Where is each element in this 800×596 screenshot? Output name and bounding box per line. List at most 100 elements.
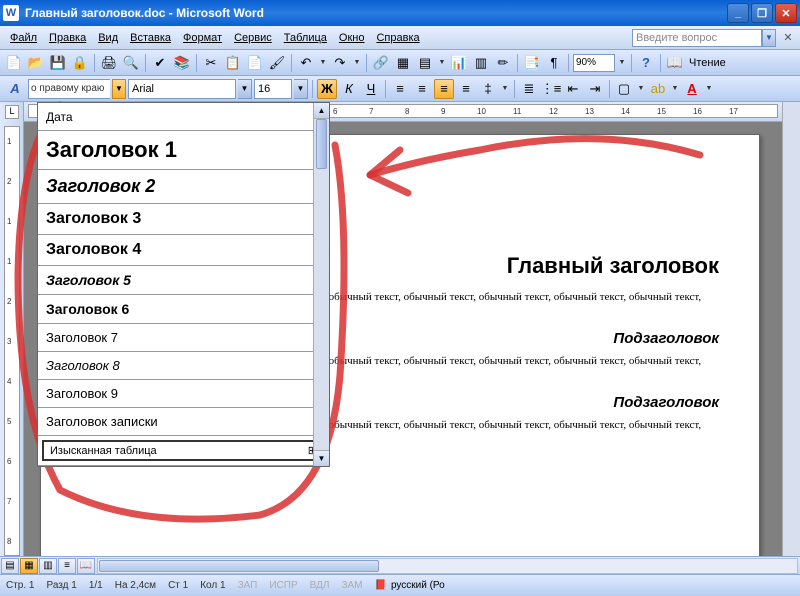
- font-color-dropdown[interactable]: ▼: [704, 85, 714, 92]
- insert-table-dropdown[interactable]: ▼: [437, 59, 447, 66]
- align-justify-button[interactable]: ≡: [456, 79, 476, 99]
- dropdown-scrollbar[interactable]: ▲ ▼: [313, 103, 329, 466]
- help-search-dropdown[interactable]: ▼: [762, 29, 776, 47]
- columns-button[interactable]: ▥: [471, 53, 491, 73]
- doc-map-button[interactable]: 📑: [522, 53, 542, 73]
- maximize-button[interactable]: ❐: [751, 3, 773, 23]
- redo-button[interactable]: ↷: [330, 53, 350, 73]
- open-button[interactable]: 📂: [26, 53, 46, 73]
- status-ext[interactable]: ВДЛ: [310, 580, 330, 591]
- web-layout-view-button[interactable]: ▥: [39, 558, 57, 574]
- menu-tools[interactable]: Сервис: [228, 30, 278, 46]
- font-selector[interactable]: Arial: [128, 79, 236, 99]
- redo-dropdown[interactable]: ▼: [352, 59, 362, 66]
- status-ovr[interactable]: ЗАМ: [341, 580, 362, 591]
- increase-indent-button[interactable]: ⇥: [585, 79, 605, 99]
- menu-format[interactable]: Формат: [177, 30, 228, 46]
- borders-dropdown[interactable]: ▼: [636, 85, 646, 92]
- menu-insert[interactable]: Вставка: [124, 30, 177, 46]
- align-right-button[interactable]: ≡: [434, 79, 454, 99]
- style-option-heading7[interactable]: Заголовок 7¶: [38, 324, 329, 352]
- style-option-heading4[interactable]: Заголовок 4¶: [38, 235, 329, 266]
- menu-window[interactable]: Окно: [333, 30, 371, 46]
- font-size-selector[interactable]: 16: [254, 79, 292, 99]
- normal-view-button[interactable]: ▤: [1, 558, 19, 574]
- decrease-indent-button[interactable]: ⇤: [563, 79, 583, 99]
- italic-button[interactable]: К: [339, 79, 359, 99]
- status-language[interactable]: 📕 русский (Ро: [374, 580, 444, 591]
- tables-borders-button[interactable]: ▦: [393, 53, 413, 73]
- drawing-button[interactable]: ✏: [493, 53, 513, 73]
- format-painter-button[interactable]: 🖌: [267, 53, 287, 73]
- highlight-button[interactable]: ab: [648, 79, 668, 99]
- style-option-table[interactable]: Изысканная таблица⊞: [38, 436, 329, 466]
- reading-label[interactable]: Чтение: [689, 57, 726, 69]
- print-preview-button[interactable]: 🔍: [121, 53, 141, 73]
- print-button[interactable]: 🖨: [99, 53, 119, 73]
- bullets-button[interactable]: ⋮≡: [541, 79, 561, 99]
- font-dropdown-button[interactable]: ▼: [238, 79, 252, 99]
- reading-view-button[interactable]: 📖: [77, 558, 95, 574]
- tab-selector[interactable]: L: [5, 105, 19, 119]
- style-option-date[interactable]: Дата¶: [38, 103, 329, 131]
- style-selector[interactable]: о правому краю: [28, 79, 110, 99]
- vertical-scrollbar[interactable]: [782, 102, 800, 556]
- spellcheck-button[interactable]: ✔: [150, 53, 170, 73]
- numbering-button[interactable]: ≣: [519, 79, 539, 99]
- line-spacing-dropdown[interactable]: ▼: [500, 85, 510, 92]
- scroll-thumb[interactable]: [316, 119, 327, 169]
- copy-button[interactable]: 📋: [223, 53, 243, 73]
- minimize-button[interactable]: _: [727, 3, 749, 23]
- undo-dropdown[interactable]: ▼: [318, 59, 328, 66]
- zoom-dropdown[interactable]: ▼: [617, 59, 627, 66]
- help-search-input[interactable]: Введите вопрос: [632, 29, 762, 47]
- excel-button[interactable]: 📊: [449, 53, 469, 73]
- permissions-button[interactable]: 🔒: [70, 53, 90, 73]
- menu-table[interactable]: Таблица: [278, 30, 333, 46]
- menu-edit[interactable]: Правка: [43, 30, 92, 46]
- style-option-heading6[interactable]: Заголовок 6¶: [38, 295, 329, 324]
- line-spacing-button[interactable]: ‡: [478, 79, 498, 99]
- align-center-button[interactable]: ≡: [412, 79, 432, 99]
- show-marks-button[interactable]: ¶: [544, 53, 564, 73]
- scroll-up-button[interactable]: ▲: [314, 103, 329, 119]
- close-button[interactable]: ✕: [775, 3, 797, 23]
- paste-button[interactable]: 📄: [245, 53, 265, 73]
- bold-button[interactable]: Ж: [317, 79, 337, 99]
- reading-layout-button[interactable]: 📖: [665, 53, 685, 73]
- menubar-close-button[interactable]: ✕: [780, 30, 796, 46]
- style-option-heading8[interactable]: Заголовок 8¶: [38, 352, 329, 380]
- underline-button[interactable]: Ч: [361, 79, 381, 99]
- menu-view[interactable]: Вид: [92, 30, 124, 46]
- highlight-dropdown[interactable]: ▼: [670, 85, 680, 92]
- styles-pane-button[interactable]: A: [4, 79, 26, 99]
- save-button[interactable]: 💾: [48, 53, 68, 73]
- undo-button[interactable]: ↶: [296, 53, 316, 73]
- style-option-heading9[interactable]: Заголовок 9¶: [38, 380, 329, 408]
- scroll-down-button[interactable]: ▼: [314, 450, 329, 466]
- cut-button[interactable]: ✂: [201, 53, 221, 73]
- borders-button[interactable]: ▢: [614, 79, 634, 99]
- status-rec[interactable]: ЗАП: [238, 580, 258, 591]
- font-size-dropdown-button[interactable]: ▼: [294, 79, 308, 99]
- research-button[interactable]: 📚: [172, 53, 192, 73]
- insert-table-button[interactable]: ▤: [415, 53, 435, 73]
- style-option-heading5[interactable]: Заголовок 5¶: [38, 266, 329, 295]
- style-option-heading1[interactable]: Заголовок 1¶: [38, 131, 329, 170]
- print-layout-view-button[interactable]: ▦: [20, 558, 38, 574]
- new-doc-button[interactable]: 📄: [4, 53, 24, 73]
- help-button[interactable]: ?: [636, 53, 656, 73]
- align-left-button[interactable]: ≡: [390, 79, 410, 99]
- hyperlink-button[interactable]: 🔗: [371, 53, 391, 73]
- zoom-input[interactable]: 90%: [573, 54, 615, 72]
- style-dropdown-button[interactable]: ▼: [112, 79, 126, 99]
- status-track[interactable]: ИСПР: [269, 580, 297, 591]
- menu-help[interactable]: Справка: [370, 30, 425, 46]
- style-option-heading3[interactable]: Заголовок 3¶: [38, 204, 329, 235]
- menu-file[interactable]: Файл: [4, 30, 43, 46]
- horizontal-scrollbar[interactable]: [97, 558, 798, 574]
- style-option-heading2[interactable]: Заголовок 2¶: [38, 170, 329, 204]
- font-color-button[interactable]: A: [682, 79, 702, 99]
- style-option-note-heading[interactable]: Заголовок записки¶: [38, 408, 329, 436]
- outline-view-button[interactable]: ≡: [58, 558, 76, 574]
